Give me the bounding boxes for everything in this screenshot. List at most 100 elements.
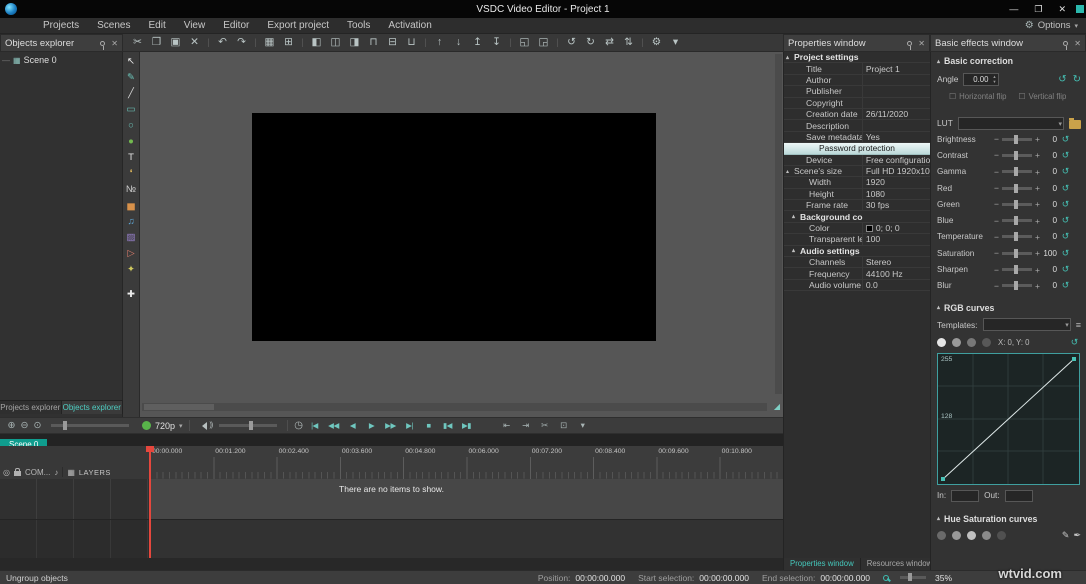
reset-icon[interactable]: ↺ [1059,166,1072,177]
text-tool[interactable]: T [124,151,139,165]
rotate-left-icon[interactable]: ↺ [563,34,580,51]
playhead[interactable] [149,446,151,558]
explorer-tab[interactable]: Projects explorer [0,401,62,414]
go-to-start-button[interactable]: |◀ [306,421,323,430]
property-row[interactable]: ▴Copyright [784,98,930,109]
decrease-button[interactable]: − [992,216,1001,226]
step-forward-button[interactable]: ▶▮ [458,421,475,430]
close-icon[interactable]: ✕ [918,39,925,48]
rotate-right-icon[interactable]: ↻ [582,34,599,51]
separator[interactable]: | [252,34,259,51]
flip-checkbox[interactable]: ☐Vertical flip [1018,92,1066,101]
decrease-button[interactable]: − [992,265,1001,275]
video-tool[interactable]: ▷ [124,247,139,261]
reset-icon[interactable]: ↺ [1059,215,1072,226]
playbar-more-dropdown-icon[interactable]: ▾ [574,420,591,431]
group-rgb-curves[interactable]: ▴ RGB curves [937,301,1081,315]
property-row[interactable]: ▴Project settings [784,52,930,63]
separator[interactable]: | [422,34,429,51]
color-swatch[interactable] [866,225,873,232]
increase-button[interactable]: + [1033,216,1042,226]
snap-button[interactable]: ⊡ [555,420,572,431]
property-row[interactable]: ▴Audio settings [784,246,930,257]
group-hue-saturation-curves[interactable]: ▴ Hue Saturation curves [937,512,1081,526]
fast-forward-button[interactable]: ▶▶ [382,421,399,430]
decrease-button[interactable]: − [992,167,1001,177]
effect-slider[interactable] [1002,284,1032,287]
cut-icon[interactable]: ✂ [129,34,146,51]
decrease-button[interactable]: − [992,248,1001,258]
timeline-zoom-in-icon[interactable]: ⊕ [5,420,18,431]
effect-slider[interactable] [1002,268,1032,271]
group-icon[interactable]: ◱ [516,34,533,51]
property-row[interactable]: ▴Creation date 26/11/2020 [784,109,930,120]
panel-tab[interactable]: Properties window [784,558,861,570]
align-left-icon[interactable]: ◧ [308,34,325,51]
decrease-button[interactable]: − [992,183,1001,193]
effect-slider[interactable] [1002,187,1032,190]
close-icon[interactable]: ✕ [1074,39,1081,48]
send-to-back-icon[interactable]: ↧ [488,34,505,51]
toolbar-dropdown-icon[interactable]: ▾ [667,34,684,51]
audio-tool[interactable]: ♫ [124,215,139,229]
bring-to-front-icon[interactable]: ↥ [469,34,486,51]
decrease-button[interactable]: − [992,232,1001,242]
copy-icon[interactable]: ❐ [148,34,165,51]
scene-canvas[interactable]: ◢ [140,52,783,417]
timeline-zoom-out-icon[interactable]: ⊖ [18,420,31,431]
resize-grip-icon[interactable]: ◢ [774,402,780,411]
sprite-tool[interactable]: ● [124,135,139,149]
templates-select[interactable]: ▾ [983,318,1071,331]
align-center-icon[interactable]: ◫ [327,34,344,51]
play-button[interactable]: ▶ [363,421,380,430]
align-top-icon[interactable]: ⊓ [365,34,382,51]
decrease-button[interactable]: − [992,281,1001,291]
curve-in-input[interactable] [951,490,979,502]
property-row[interactable]: ▴Description [784,120,930,131]
property-row[interactable]: ▴Author [784,75,930,86]
flip-horizontal-icon[interactable]: ⇄ [601,34,618,51]
property-row[interactable]: ▴Width 1920 [784,177,930,188]
movement-tool[interactable]: ✚ [124,288,139,302]
property-row[interactable]: ▴Frame rate 30 fps [784,200,930,211]
align-right-icon[interactable]: ◨ [346,34,363,51]
separator[interactable]: | [205,34,212,51]
ellipse-tool[interactable]: ○ [124,119,139,133]
lock-icon[interactable] [14,471,21,476]
increase-button[interactable]: + [1033,183,1042,193]
play-backward-button[interactable]: ◀ [344,421,361,430]
effect-slider[interactable] [1002,203,1032,206]
explorer-tab[interactable]: Objects explorer [62,401,124,414]
folder-icon[interactable] [1069,120,1081,129]
property-row[interactable]: ▴Publisher [784,86,930,97]
effect-slider[interactable] [1002,219,1032,222]
timeline-lower-area[interactable] [0,519,783,558]
reset-icon[interactable]: ↺ [1059,280,1072,291]
effect-slider[interactable] [1002,235,1032,238]
move-down-icon[interactable]: ↓ [450,34,467,51]
rgb-curve-editor[interactable]: 255 128 [937,353,1080,485]
menu-item[interactable]: Projects [34,18,88,34]
maximize-button[interactable]: ❐ [1034,4,1042,15]
canvas-vertical-scrollbar[interactable] [775,54,782,394]
panel-tab[interactable]: Resources window [861,558,939,570]
timeline-scale-slider[interactable] [51,424,129,427]
property-row[interactable]: ▴Channels Stereo [784,257,930,268]
property-row[interactable]: ▴Background color [784,211,930,222]
effect-slider[interactable] [1002,138,1032,141]
reset-icon[interactable]: ↺ [1059,199,1072,210]
menu-item[interactable]: Edit [139,18,174,34]
increase-button[interactable]: + [1033,232,1042,242]
hue-channel-circle[interactable] [982,531,991,540]
tree-item-scene0[interactable]: — ▦ Scene 0 [0,52,122,68]
property-row[interactable]: ▴Scene's size Full HD 1920x1080 pixe [784,166,930,177]
reset-icon[interactable]: ↺ [1059,134,1072,145]
reset-icon[interactable]: ↺ [1059,150,1072,161]
set-end-marker-button[interactable]: ⇥ [517,420,534,431]
pencil-icon[interactable]: ✎ [1062,530,1070,541]
status-zoom-slider[interactable] [900,576,926,579]
increase-button[interactable]: + [1033,134,1042,144]
show-grid-icon[interactable]: ⊞ [280,34,297,51]
decrease-button[interactable]: − [992,134,1001,144]
increase-button[interactable]: + [1033,167,1042,177]
